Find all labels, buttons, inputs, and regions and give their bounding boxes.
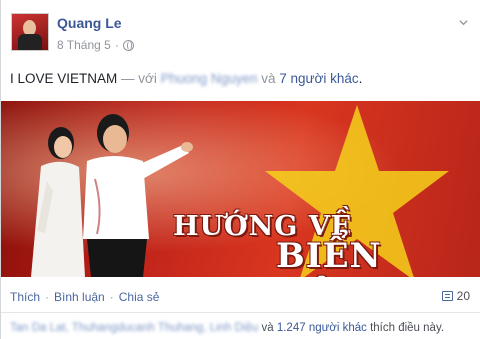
likes-others-link[interactable]: 1.247 người khác xyxy=(277,322,367,334)
likes-summary: Tan Da Lat, Thuhangducanh Thuhang, Linh … xyxy=(10,322,444,334)
with-text: — với xyxy=(117,71,161,86)
and-text: và xyxy=(257,71,280,86)
comment-button[interactable]: Bình luận xyxy=(54,290,105,304)
author-avatar[interactable] xyxy=(11,13,49,51)
dot-separator: · xyxy=(114,38,119,52)
globe-icon[interactable] xyxy=(122,39,134,51)
like-button[interactable]: Thích xyxy=(10,290,40,304)
action-separator: · xyxy=(109,290,114,304)
post-card: Quang Le 8 Tháng 5 · I LOVE VIETNAM — vớ… xyxy=(0,0,480,339)
chevron-down-icon[interactable] xyxy=(459,18,468,27)
author-name[interactable]: Quang Le xyxy=(57,15,122,31)
status-text: I LOVE VIETNAM — với Phuong Nguyen và 7 … xyxy=(10,71,362,86)
share-button[interactable]: Chia sẻ xyxy=(119,290,160,304)
action-separator: · xyxy=(45,290,50,304)
likers-names[interactable]: Tan Da Lat, Thuhangducanh Thuhang, Linh … xyxy=(10,322,258,334)
comment-count-value: 20 xyxy=(456,289,470,303)
comment-count[interactable]: 20 xyxy=(441,289,470,303)
status-period: . xyxy=(358,71,363,86)
post-date[interactable]: 8 Tháng 5 xyxy=(57,38,111,52)
likes-suffix: thích điều này. xyxy=(366,322,445,334)
status-message: I LOVE VIETNAM xyxy=(10,71,118,86)
likes-and: và xyxy=(258,322,277,334)
man-figure xyxy=(83,114,193,277)
comment-icon xyxy=(441,291,453,301)
photo-title-line2: BIỂN ĐÔNG xyxy=(276,236,398,277)
post-photo[interactable]: HƯỚNG VỀ BIỂN ĐÔNG xyxy=(1,101,480,277)
avatar-body xyxy=(18,34,42,50)
post-actions: Thích · Bình luận · Chia sẻ xyxy=(10,290,159,304)
divider xyxy=(1,312,480,313)
post-meta: 8 Tháng 5 · xyxy=(57,38,134,52)
others-link[interactable]: 7 người khác xyxy=(279,71,358,86)
tagged-person[interactable]: Phuong Nguyen xyxy=(161,71,258,86)
